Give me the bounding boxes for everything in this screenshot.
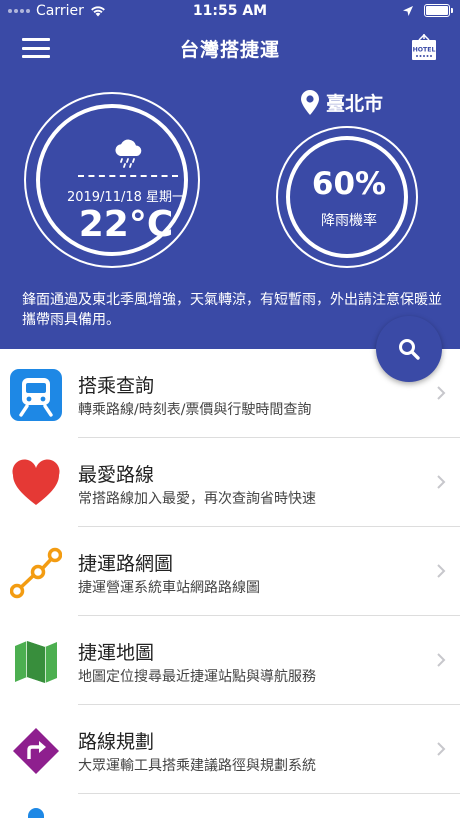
menu-item-subtitle: 捷運營運系統車站網路路線圖 xyxy=(78,580,260,596)
menu-item-title: 捷運地圖 xyxy=(78,642,155,664)
train-icon xyxy=(10,369,62,421)
rain-cloud-icon xyxy=(115,139,142,168)
menu-item-metro-map[interactable]: 捷運地圖 地圖定位搜尋最近捷運站點與導航服務 xyxy=(0,616,460,705)
weather-temperature: 22°C xyxy=(78,204,174,245)
app-title: 台灣搭捷運 xyxy=(179,39,280,61)
heart-icon xyxy=(12,459,60,505)
weather-date: 2019/11/18 星期一 xyxy=(66,190,186,205)
rain-probability-label: 降雨機率 xyxy=(321,213,377,229)
menu-item-favorite-routes[interactable]: 最愛路線 常搭路線加入最愛，再次查詢省時快速 xyxy=(0,438,460,527)
chevron-right-icon xyxy=(437,653,446,667)
hamburger-menu-icon[interactable] xyxy=(22,38,50,58)
location[interactable]: 臺北市 xyxy=(300,89,383,116)
location-pin-icon xyxy=(28,808,44,818)
rain-probability-value: 60% xyxy=(311,166,387,202)
header: Carrier 11:55 AM 台灣搭捷運 HOTEL 2019/11/18 … xyxy=(0,0,460,349)
menu-item-subtitle: 轉乘路線/時刻表/票價與行駛時間查詢 xyxy=(78,402,312,418)
menu-item-route-planning[interactable]: 路線規劃 大眾運輸工具搭乘建議路徑與規劃系統 xyxy=(0,705,460,794)
chevron-right-icon xyxy=(437,475,446,489)
status-bar: Carrier 11:55 AM xyxy=(0,0,460,24)
hotel-badge-label: HOTEL xyxy=(413,47,436,54)
directions-icon xyxy=(13,728,59,774)
rain-inner-ring: 60% 降雨機率 xyxy=(286,136,408,258)
search-button[interactable] xyxy=(376,316,442,382)
status-time: 11:55 AM xyxy=(192,3,268,19)
chevron-right-icon xyxy=(437,742,446,756)
location-arrow-icon xyxy=(403,5,413,16)
menu-item-title: 路線規劃 xyxy=(78,731,155,753)
nav-bar: 台灣搭捷運 HOTEL xyxy=(0,28,460,68)
location-pin-icon xyxy=(301,90,319,115)
chevron-right-icon xyxy=(437,564,446,578)
status-right xyxy=(402,4,453,17)
menu-item-title: 最愛路線 xyxy=(78,464,155,486)
menu-item-title: 捷運路網圖 xyxy=(78,553,174,575)
battery-icon xyxy=(424,4,453,17)
weather-divider xyxy=(78,175,178,177)
chevron-right-icon xyxy=(437,386,446,400)
menu-list: 搭乘查詢 轉乘路線/時刻表/票價與行駛時間查詢 最愛路線 常搭路線加入最愛，再次… xyxy=(0,349,460,818)
hotel-icon[interactable]: HOTEL xyxy=(410,32,438,62)
map-icon xyxy=(15,641,57,683)
menu-item-network-map[interactable]: 捷運路網圖 捷運營運系統車站網路路線圖 xyxy=(0,527,460,616)
network-icon xyxy=(10,547,62,599)
menu-item-subtitle: 大眾運輸工具搭乘建議路徑與規劃系統 xyxy=(78,758,316,774)
weather-forecast-text: 鋒面通過及東北季風增強，天氣轉涼，有短暫雨，外出請注意保暖並攜帶雨具備用。 xyxy=(22,292,442,328)
weather-inner-ring: 2019/11/18 星期一 22°C xyxy=(36,104,188,256)
menu-item-subtitle: 地圖定位搜尋最近捷運站點與導航服務 xyxy=(78,669,316,685)
rain-probability-circle: 60% 降雨機率 xyxy=(276,126,418,268)
menu-item-title: 搭乘查詢 xyxy=(78,375,155,397)
menu-item-subtitle: 常搭路線加入最愛，再次查詢省時快速 xyxy=(78,491,316,507)
location-name: 臺北市 xyxy=(326,93,384,115)
weather-circle: 2019/11/18 星期一 22°C xyxy=(24,92,200,268)
menu-item-partial[interactable] xyxy=(0,794,460,818)
search-icon xyxy=(399,339,420,360)
